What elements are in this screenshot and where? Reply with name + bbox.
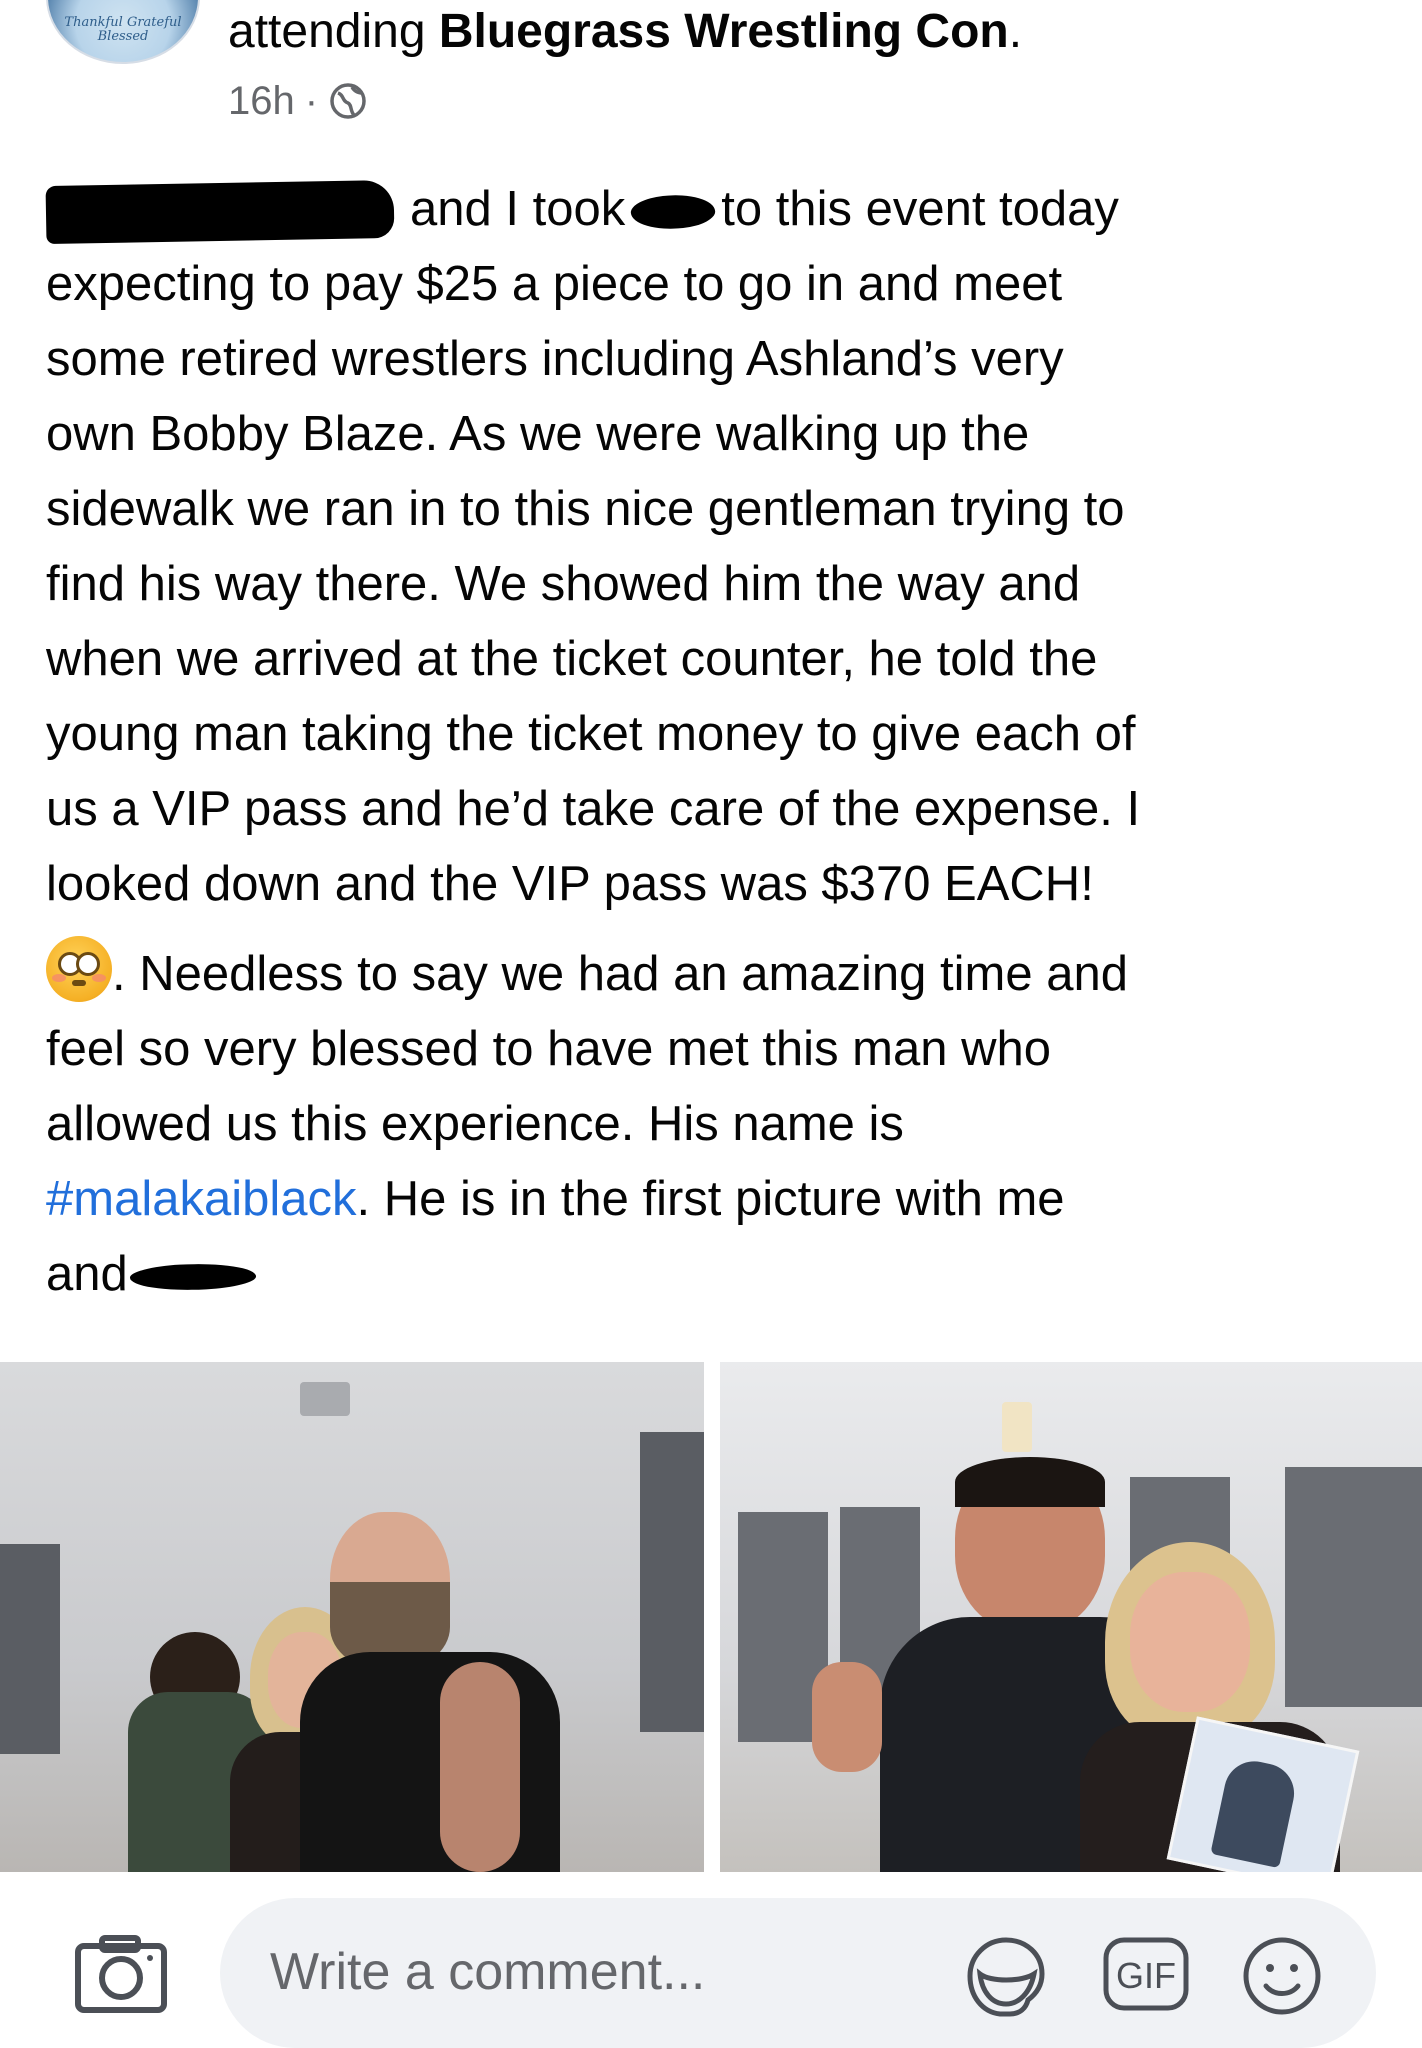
post-text-fragment: . He is in the first picture with me (356, 1172, 1065, 1226)
gif-icon[interactable]: GIF (1102, 1936, 1190, 2012)
redacted-name (629, 190, 717, 234)
post-text-fragment: and (46, 1247, 128, 1301)
comment-input[interactable]: Write a comment... GIF (220, 1898, 1376, 2048)
post-body: and I took to this event today expecting … (45, 172, 1386, 1312)
post-line: . Needless to say we had an amazing time… (46, 936, 1386, 1012)
attending-prefix: attending (228, 5, 439, 58)
globe-icon (330, 83, 366, 119)
post-line: find his way there. We showed him the wa… (46, 557, 1081, 611)
post-line: allowed us this experience. His name is (46, 1097, 904, 1151)
post-line: us a VIP pass and he’d take care of the … (46, 782, 1141, 836)
post-text-fragment: and I took (410, 182, 626, 236)
post-line: and (46, 1237, 1386, 1312)
post-header: Thankful Grateful Blessed attending Blue… (0, 0, 1422, 140)
sticker-icon[interactable] (964, 1934, 1048, 2018)
avatar-text: Thankful Grateful Blessed (64, 15, 182, 44)
post-line: feel so very blessed to have met this ma… (46, 1022, 1052, 1076)
title-period: . (1008, 5, 1023, 58)
post-line: #malakaiblack. He is in the first pictur… (46, 1162, 1386, 1237)
flushed-face-emoji-icon (46, 936, 112, 1002)
post-line: looked down and the VIP pass was $370 EA… (46, 857, 1094, 911)
post-line: and I took to this event today (45, 172, 1386, 247)
emoji-smile-icon[interactable] (1240, 1934, 1324, 2018)
post-line: young man taking the ticket money to giv… (46, 707, 1136, 761)
post-line: expecting to pay $25 a piece to go in an… (46, 257, 1063, 311)
meta-separator: · (304, 79, 319, 123)
comment-bar: Write a comment... GIF (0, 1890, 1422, 2048)
post-meta: 16h · (228, 76, 368, 126)
post-timestamp[interactable]: 16h (228, 76, 295, 126)
post-photo-2[interactable] (720, 1362, 1422, 1872)
post-line: sidewalk we ran in to this nice gentlema… (46, 482, 1125, 536)
page-avatar[interactable]: Thankful Grateful Blessed (46, 0, 200, 64)
post-line: own Bobby Blaze. As we were walking up t… (46, 407, 1030, 461)
redacted-name (129, 1260, 257, 1294)
camera-icon[interactable] (74, 1934, 168, 2014)
post-text-fragment: to this event today (721, 182, 1119, 236)
gif-label: GIF (1116, 1955, 1176, 1996)
post-text-fragment: . Needless to say we had an amazing time… (112, 947, 1128, 1001)
hashtag-link[interactable]: #malakaiblack (46, 1172, 357, 1226)
event-link[interactable]: Bluegrass Wrestling Con (439, 5, 1009, 58)
post-line: some retired wrestlers including Ashland… (46, 332, 1064, 386)
post-photo-1[interactable] (0, 1362, 704, 1872)
redacted-name (45, 180, 395, 245)
post-line: when we arrived at the ticket counter, h… (46, 632, 1098, 686)
comment-placeholder: Write a comment... (270, 1943, 706, 2001)
post-title: attending Bluegrass Wrestling Con. (228, 4, 1022, 60)
